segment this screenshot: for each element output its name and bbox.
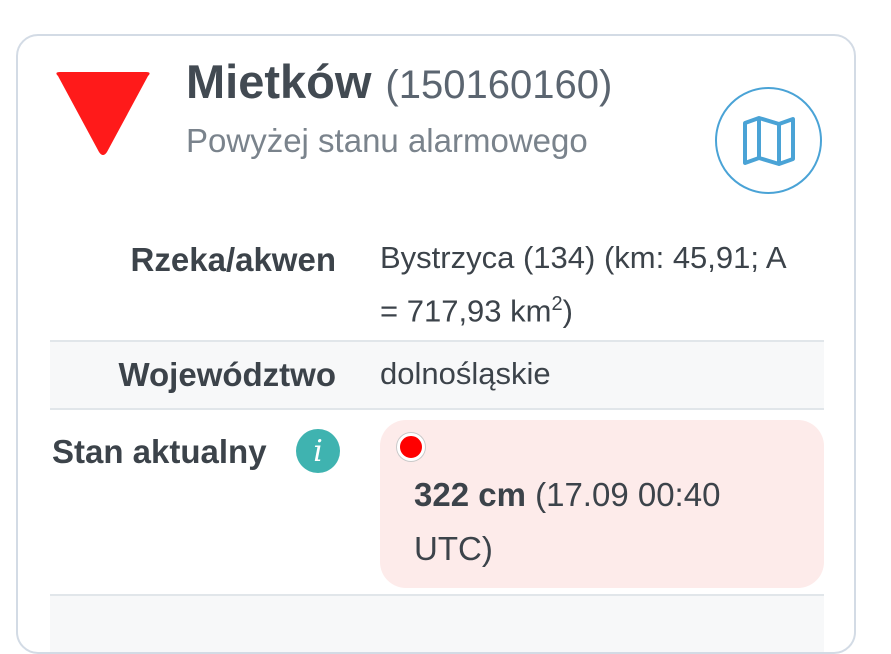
voivodeship-value: dolnośląskie [380, 356, 551, 391]
level-indicator-dot [397, 433, 425, 461]
current-label: Stan aktualny [52, 433, 267, 470]
river-label: Rzeka/akwen [130, 241, 336, 278]
alarm-triangle-icon [56, 72, 150, 155]
station-name: Mietków [186, 55, 372, 108]
river-value: Bystrzyca (134) (km: 45,91; A = 717,93 k… [380, 240, 787, 329]
map-icon [742, 115, 795, 166]
station-status: Powyżej stanu alarmowego [186, 122, 588, 159]
station-card: Mietków (150160160) Powyżej stanu alarmow… [16, 34, 856, 654]
station-title: Mietków (150160160) [186, 54, 612, 109]
row-background [50, 596, 824, 652]
info-icon[interactable]: i [296, 429, 340, 473]
current-level-box: 322 cm (17.09 00:40 UTC) [380, 420, 824, 588]
map-button[interactable] [715, 87, 822, 194]
voivodeship-label: Województwo [118, 356, 336, 393]
current-level-value: 322 cm [414, 476, 526, 513]
current-level-text: 322 cm (17.09 00:40 UTC) [414, 468, 794, 576]
station-id: (150160160) [385, 63, 613, 107]
row-divider [50, 408, 824, 410]
